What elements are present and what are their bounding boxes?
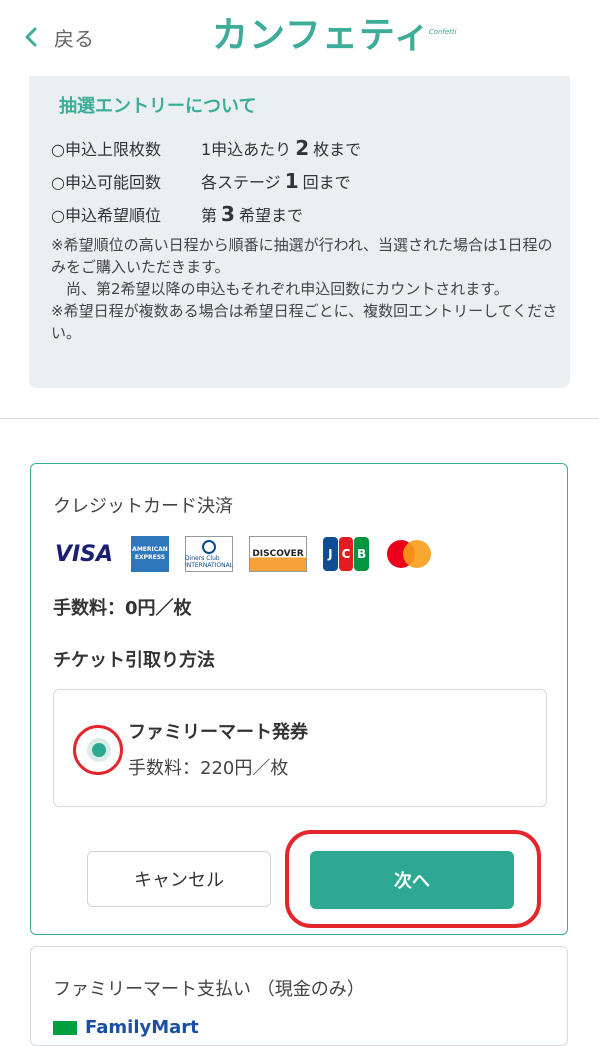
info-row-number: 1: [284, 169, 299, 193]
divider: [0, 418, 599, 419]
info-row-prefix: 第: [201, 206, 218, 225]
pickup-option-familymart[interactable]: ファミリーマート発券 手数料：220円／枚: [53, 689, 547, 807]
info-row-label: ○申込希望順位: [51, 206, 161, 225]
amex-logo: AMERICAN EXPRESS: [131, 536, 169, 572]
visa-logo: VISA: [54, 541, 114, 567]
credit-card-fee: 手数料：0円／枚: [53, 598, 192, 619]
familymart-payment-card[interactable]: ファミリーマート支払い （現金のみ） FamilyMart: [30, 946, 568, 1046]
note-text: ※希望日程が複数ある場合は希望日程ごとに、複数回エントリーしてください。: [51, 302, 558, 342]
mastercard-yellow-circle: [403, 540, 431, 568]
back-button[interactable]: 戻る: [24, 20, 94, 54]
info-row-label: ○申込可能回数: [51, 173, 161, 192]
note-text: 尚、第2希望以降の申込もそれぞれ申込回数にカウントされます。: [66, 280, 509, 298]
info-row-number: 3: [221, 202, 235, 226]
info-row-preference: ○申込希望順位 第 3 希望まで: [51, 202, 303, 226]
logo-text: カンフェティ: [212, 15, 431, 56]
lottery-info-title: 抽選エントリーについて: [59, 96, 257, 117]
jcb-c: C: [338, 537, 354, 571]
familymart-payment-title: ファミリーマート支払い （現金のみ）: [53, 979, 365, 1000]
diners-club-logo: Diners Club INTERNATIONAL: [185, 536, 233, 572]
logo-subtext: Confetti: [428, 28, 457, 36]
jcb-b: B: [354, 537, 370, 571]
familymart-logo: FamilyMart: [53, 1017, 199, 1038]
card-brand-logos: VISA AMERICAN EXPRESS Diners Club INTERN…: [53, 536, 433, 572]
pickup-option-fee: 手数料：220円／枚: [128, 758, 289, 779]
diners-circle-icon: [202, 539, 216, 554]
radio-selected-dot: [92, 743, 106, 757]
lottery-info-panel: 抽選エントリーについて ○申込上限枚数 1申込あたり 2 枚まで ○申込可能回数 各ステ…: [29, 76, 570, 388]
info-row-suffix: 希望まで: [238, 206, 303, 225]
lottery-notes: ※希望順位の高い日程から順番に抽選が行われ、当選された場合は1日程のみをご購入い…: [51, 234, 561, 344]
pickup-method-title: チケット引取り方法: [53, 650, 215, 671]
site-logo[interactable]: カンフェティ Confetti: [212, 12, 457, 60]
diners-text: Diners Club INTERNATIONAL: [184, 554, 234, 569]
info-row-prefix: 各ステージ: [201, 173, 281, 192]
note-text: ※希望順位の高い日程から順番に抽選が行われ、当選された場合は1日程のみをご購入い…: [51, 236, 553, 276]
familymart-logo-mark: [53, 1020, 77, 1035]
chevron-left-icon: [25, 27, 37, 47]
credit-card-payment-card: クレジットカード決済 VISA AMERICAN EXPRESS Diners …: [30, 463, 568, 935]
jcb-j: J: [323, 537, 338, 571]
info-row-prefix: 1申込あたり: [201, 140, 292, 159]
info-row-max-tickets: ○申込上限枚数 1申込あたり 2 枚まで: [51, 136, 361, 160]
mastercard-logo: [385, 536, 433, 572]
header: 戻る カンフェティ Confetti: [0, 0, 599, 72]
familymart-logo-text: FamilyMart: [85, 1017, 199, 1038]
info-row-suffix: 枚まで: [313, 140, 362, 159]
next-button[interactable]: 次へ: [310, 851, 514, 909]
back-label: 戻る: [54, 26, 94, 51]
info-row-label: ○申込上限枚数: [51, 140, 161, 159]
pickup-option-label: ファミリーマート発券: [128, 722, 308, 743]
credit-card-title: クレジットカード決済: [53, 496, 233, 517]
discover-logo: DISCOVER: [249, 536, 307, 572]
jcb-logo: JCB: [323, 536, 370, 572]
cancel-button[interactable]: キャンセル: [87, 851, 271, 907]
info-row-number: 2: [295, 136, 310, 160]
info-row-max-entries: ○申込可能回数 各ステージ 1 回まで: [51, 169, 351, 193]
info-row-suffix: 回まで: [302, 173, 351, 192]
